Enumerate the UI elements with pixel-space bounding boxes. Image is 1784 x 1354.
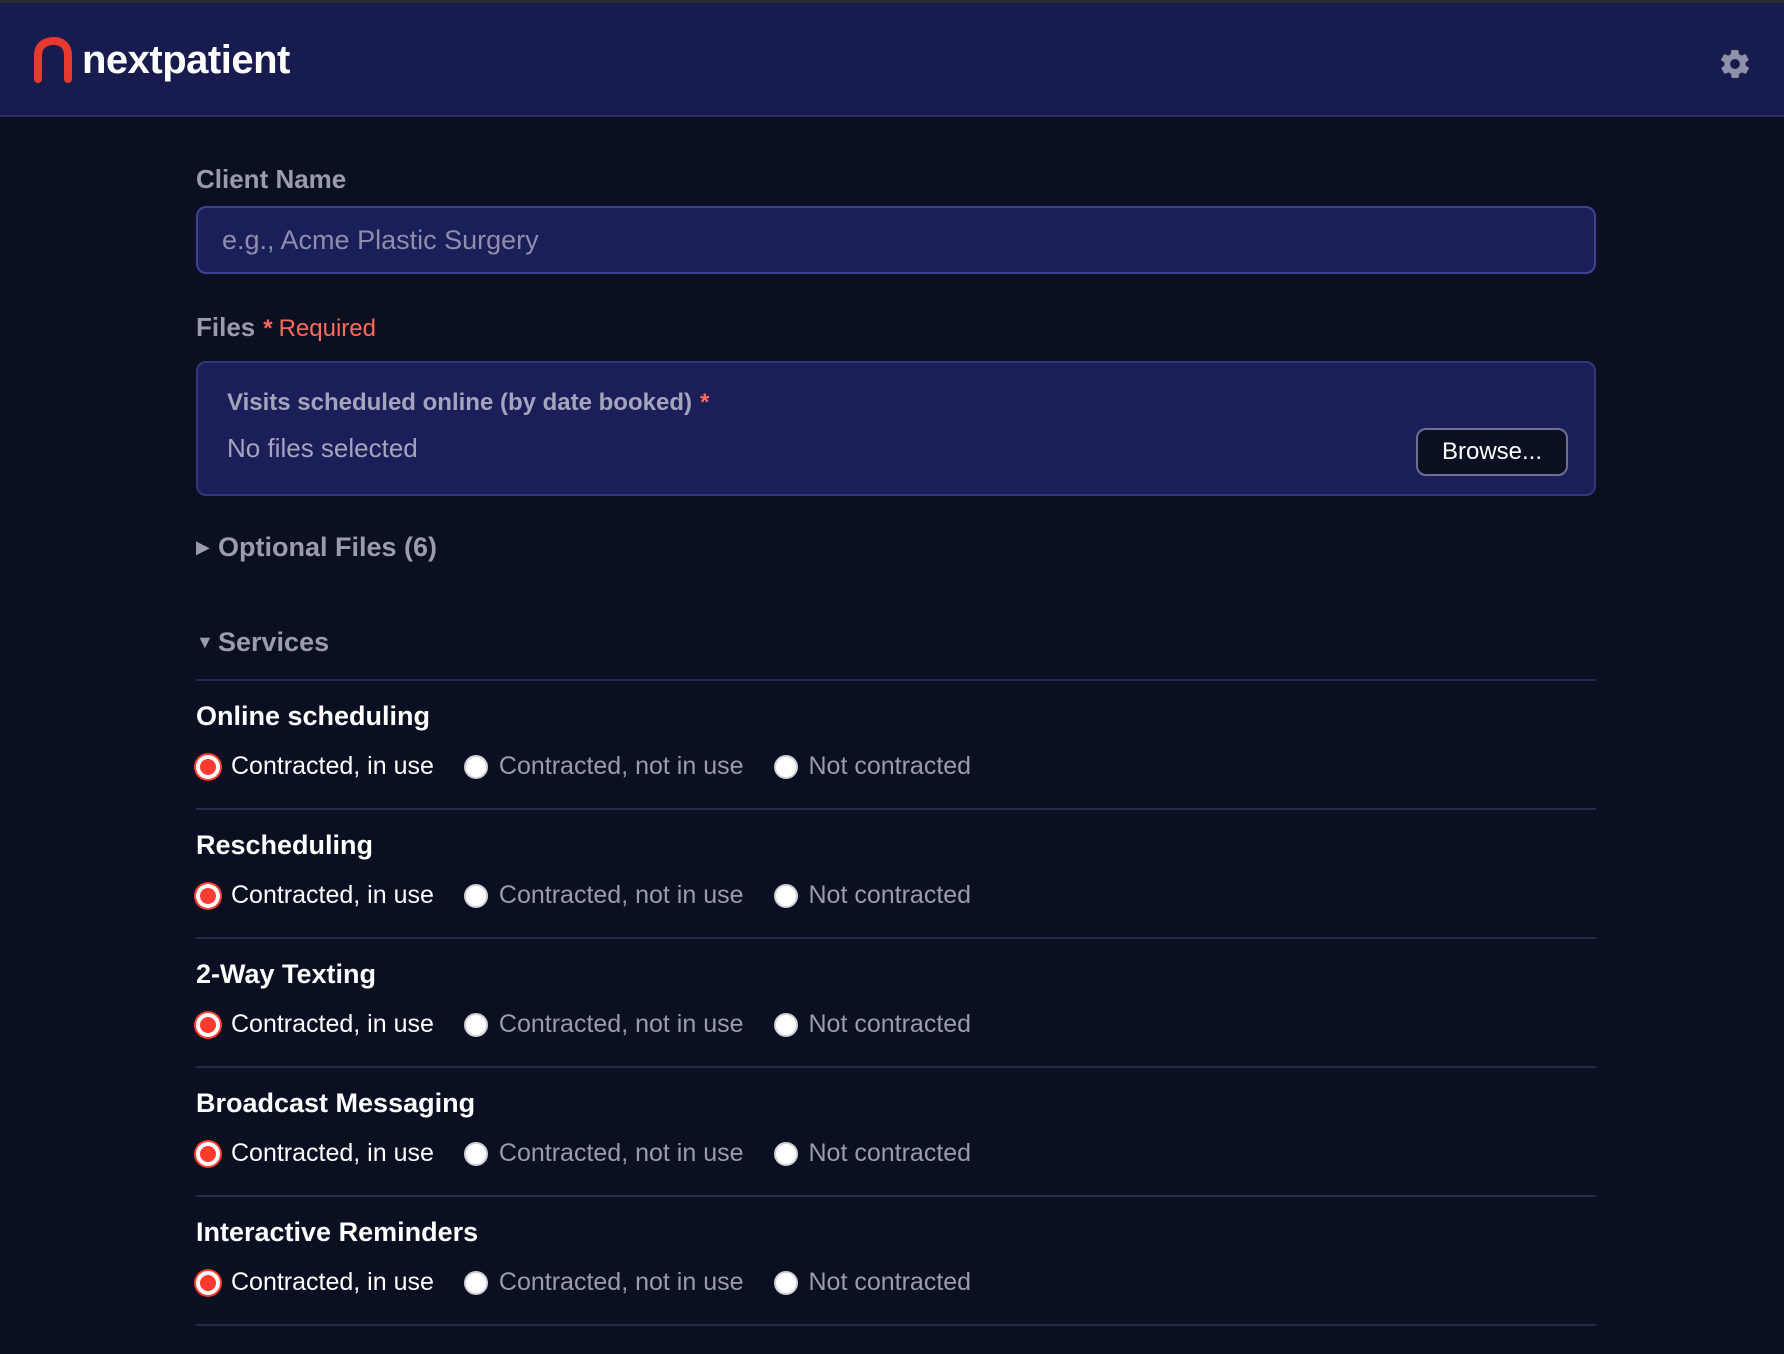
radio-checked-icon[interactable] xyxy=(196,1012,220,1037)
radio-checked-icon[interactable] xyxy=(196,754,220,779)
radio-unchecked-icon[interactable] xyxy=(773,883,798,908)
files-label: Files xyxy=(196,312,256,342)
service-option-label: Contracted, in use xyxy=(231,881,434,909)
service-option[interactable]: Not contracted xyxy=(773,1139,972,1168)
caret-down-icon: ▼ xyxy=(196,632,214,652)
service-row: Interactive Reminders Contracted, in use C… xyxy=(196,1197,1596,1326)
service-option[interactable]: Contracted, not in use xyxy=(463,1010,744,1039)
service-option[interactable]: Not contracted xyxy=(773,1010,972,1039)
service-option[interactable]: Contracted, in use xyxy=(196,1268,434,1297)
service-name: Online scheduling xyxy=(196,701,431,731)
service-option[interactable]: Contracted, not in use xyxy=(463,752,744,781)
client-name-label: Client Name xyxy=(196,164,347,194)
service-name: Broadcast Messaging xyxy=(196,1088,476,1118)
service-row: Broadcast Messaging Contracted, in use Con… xyxy=(196,1068,1596,1197)
service-option-label: Not contracted xyxy=(808,1268,972,1296)
service-option-label: Contracted, not in use xyxy=(498,752,744,780)
service-option-label: Not contracted xyxy=(808,1010,972,1038)
service-option[interactable]: Contracted, in use xyxy=(196,752,434,781)
service-option-label: Not contracted xyxy=(808,881,972,909)
brand-logo[interactable]: nextpatient xyxy=(32,35,290,85)
radio-unchecked-icon[interactable] xyxy=(463,754,488,779)
optional-files-label: Optional Files (6) xyxy=(218,532,438,562)
required-asterisk: * xyxy=(263,315,273,342)
file-slot-required-asterisk: * xyxy=(699,389,710,416)
radio-checked-icon[interactable] xyxy=(196,1141,220,1166)
radio-checked-icon[interactable] xyxy=(196,883,220,908)
service-option[interactable]: Contracted, in use xyxy=(196,881,434,910)
file-slot-status: No files selected xyxy=(227,433,418,463)
radio-unchecked-icon[interactable] xyxy=(463,1141,488,1166)
service-option[interactable]: Not contracted xyxy=(773,1268,972,1297)
service-option-label: Contracted, in use xyxy=(231,1268,434,1296)
client-name-input[interactable] xyxy=(196,206,1596,274)
service-option-label: Contracted, in use xyxy=(231,752,434,780)
service-option[interactable]: Contracted, not in use xyxy=(463,1139,744,1168)
radio-unchecked-icon[interactable] xyxy=(773,1270,798,1295)
service-option[interactable]: Contracted, not in use xyxy=(463,881,744,910)
service-name: Interactive Reminders xyxy=(196,1217,479,1247)
caret-right-icon: ▶ xyxy=(196,537,210,557)
service-option-label: Contracted, not in use xyxy=(498,881,744,909)
services-toggle[interactable]: ▼ Services xyxy=(196,627,329,658)
service-radio-group: Contracted, in use Contracted, not in use… xyxy=(196,752,1001,781)
service-option-label: Not contracted xyxy=(808,752,972,780)
browse-button[interactable]: Browse... xyxy=(1416,428,1568,476)
radio-unchecked-icon[interactable] xyxy=(773,1141,798,1166)
service-name: 2-Way Texting xyxy=(196,959,377,989)
service-option[interactable]: Not contracted xyxy=(773,881,972,910)
service-option[interactable]: Not contracted xyxy=(773,752,972,781)
required-text: Required xyxy=(278,315,376,342)
file-upload-slot: Visits scheduled online (by date booked)… xyxy=(196,361,1596,496)
radio-unchecked-icon[interactable] xyxy=(463,1012,488,1037)
nextpatient-logo-icon xyxy=(34,37,72,83)
service-radio-group: Contracted, in use Contracted, not in use… xyxy=(196,881,1001,910)
file-slot-title: Visits scheduled online (by date booked) xyxy=(227,389,692,416)
gear-icon[interactable] xyxy=(1718,47,1752,81)
optional-files-toggle[interactable]: ▶ Optional Files (6) xyxy=(196,532,437,563)
service-row: 2-Way Texting Contracted, in use Contracte… xyxy=(196,939,1596,1068)
service-option-label: Contracted, in use xyxy=(231,1139,434,1167)
service-radio-group: Contracted, in use Contracted, not in use… xyxy=(196,1010,1001,1039)
service-option[interactable]: Contracted, in use xyxy=(196,1010,434,1039)
service-option-label: Contracted, not in use xyxy=(498,1268,744,1296)
radio-unchecked-icon[interactable] xyxy=(463,883,488,908)
service-option-label: Contracted, not in use xyxy=(498,1139,744,1167)
service-option-label: Contracted, not in use xyxy=(498,1010,744,1038)
service-radio-group: Contracted, in use Contracted, not in use… xyxy=(196,1268,1001,1297)
service-option-label: Contracted, in use xyxy=(231,1010,434,1038)
app-header: nextpatient xyxy=(0,3,1784,117)
file-slot-title-row: Visits scheduled online (by date booked)… xyxy=(227,389,709,417)
service-option[interactable]: Contracted, not in use xyxy=(463,1268,744,1297)
radio-unchecked-icon[interactable] xyxy=(463,1270,488,1295)
service-row: Rescheduling Contracted, in use Contracted… xyxy=(196,810,1596,939)
brand-name: nextpatient xyxy=(82,37,290,82)
radio-unchecked-icon[interactable] xyxy=(773,1012,798,1037)
service-option-label: Not contracted xyxy=(808,1139,972,1167)
services-label: Services xyxy=(218,627,330,657)
radio-unchecked-icon[interactable] xyxy=(773,754,798,779)
files-label-row: Files * Required xyxy=(196,312,376,343)
service-row: Online scheduling Contracted, in use Contr… xyxy=(196,681,1596,810)
service-name: Rescheduling xyxy=(196,830,374,860)
service-option[interactable]: Contracted, in use xyxy=(196,1139,434,1168)
radio-checked-icon[interactable] xyxy=(196,1270,220,1295)
service-radio-group: Contracted, in use Contracted, not in use… xyxy=(196,1139,1001,1168)
